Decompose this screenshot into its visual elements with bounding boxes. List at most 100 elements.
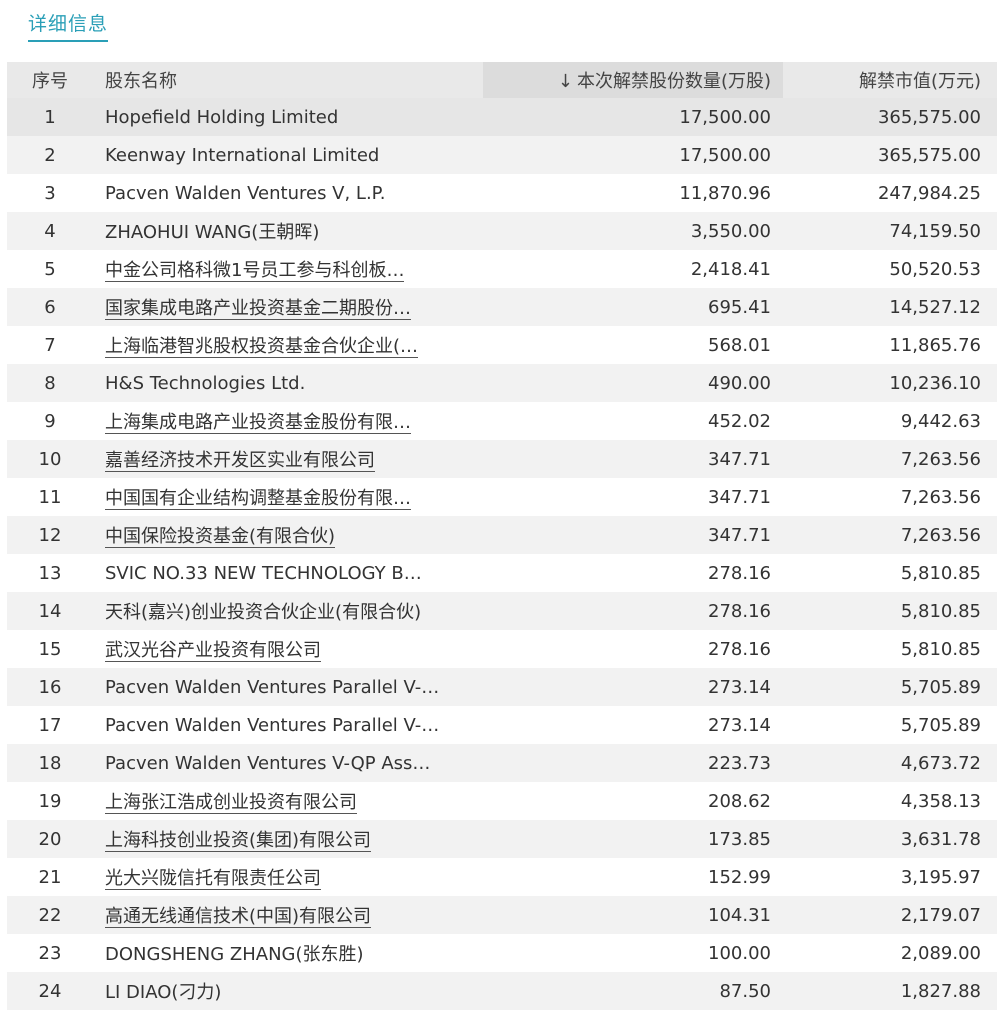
table-row: 13 SVIC NO.33 NEW TECHNOLOGY B… 278.16 5,81… bbox=[7, 554, 997, 592]
holder-name-link[interactable]: 上海临港智兆股权投资基金合伙企业(… bbox=[105, 336, 419, 358]
unlock-shares: 17,500.00 bbox=[679, 144, 771, 166]
holder-name-cell: 上海临港智兆股权投资基金合伙企业(… bbox=[93, 326, 483, 364]
holder-name-cell: 上海集成电路产业投资基金股份有限… bbox=[93, 402, 483, 440]
holder-name-cell: Hopefield Holding Limited bbox=[93, 98, 483, 136]
header-index[interactable]: 序号 bbox=[7, 62, 93, 98]
row-index: 21 bbox=[38, 866, 62, 888]
holder-name-link[interactable]: 上海张江浩成创业投资有限公司 bbox=[105, 792, 357, 814]
holder-name-cell: 光大兴陇信托有限责任公司 bbox=[93, 858, 483, 896]
holder-name-cell: 上海张江浩成创业投资有限公司 bbox=[93, 782, 483, 820]
holder-name: Hopefield Holding Limited bbox=[105, 106, 339, 128]
table-row: 12 中国保险投资基金(有限合伙) 347.71 7,263.56 bbox=[7, 516, 997, 554]
row-index: 2 bbox=[44, 144, 56, 166]
header-unlock-shares[interactable]: ↓ 本次解禁股份数量(万股) bbox=[483, 62, 783, 98]
row-index: 12 bbox=[38, 524, 62, 546]
unlock-shares: 347.71 bbox=[708, 524, 771, 546]
unlock-shares: 17,500.00 bbox=[679, 106, 771, 128]
holder-name: DONGSHENG ZHANG(张东胜) bbox=[105, 944, 364, 965]
holder-name-cell: Pacven Walden Ventures Parallel V-… bbox=[93, 668, 483, 706]
unlock-shares: 452.02 bbox=[708, 410, 771, 432]
row-index: 18 bbox=[38, 752, 62, 774]
unlock-value: 3,195.97 bbox=[900, 866, 981, 888]
row-index: 17 bbox=[38, 714, 62, 736]
holder-name-link[interactable]: 上海集成电路产业投资基金股份有限… bbox=[105, 412, 411, 434]
unlock-value: 3,631.78 bbox=[900, 828, 981, 850]
holder-name-cell: 中国保险投资基金(有限合伙) bbox=[93, 516, 483, 554]
unlock-shares: 278.16 bbox=[708, 600, 771, 622]
table-row: 22 高通无线通信技术(中国)有限公司 104.31 2,179.07 bbox=[7, 896, 997, 934]
unlock-value: 4,673.72 bbox=[900, 752, 981, 774]
table-row: 9 上海集成电路产业投资基金股份有限… 452.02 9,442.63 bbox=[7, 402, 997, 440]
holder-name-cell: Keenway International Limited bbox=[93, 136, 483, 174]
unlock-shares: 173.85 bbox=[708, 828, 771, 850]
holder-name-link[interactable]: 上海科技创业投资(集团)有限公司 bbox=[105, 830, 372, 852]
unlock-value: 5,705.89 bbox=[900, 714, 981, 736]
row-index: 3 bbox=[44, 182, 56, 204]
holder-name-cell: DONGSHENG ZHANG(张东胜) bbox=[93, 934, 483, 972]
row-index: 9 bbox=[44, 410, 56, 432]
holder-name-link[interactable]: 国家集成电路产业投资基金二期股份… bbox=[105, 298, 411, 320]
holder-name-link[interactable]: 中金公司格科微1号员工参与科创板… bbox=[105, 260, 405, 282]
header-holder-name[interactable]: 股东名称 bbox=[93, 62, 483, 98]
table-row: 16 Pacven Walden Ventures Parallel V-… 273… bbox=[7, 668, 997, 706]
unlock-value: 50,520.53 bbox=[889, 258, 981, 280]
row-index: 11 bbox=[38, 486, 62, 508]
unlock-shares: 273.14 bbox=[708, 676, 771, 698]
holder-name-cell: LI DIAO(刁力) bbox=[93, 972, 483, 1010]
holder-name: Pacven Walden Ventures Parallel V-… bbox=[105, 714, 440, 736]
holder-name-cell: 中金公司格科微1号员工参与科创板… bbox=[93, 250, 483, 288]
holder-name-cell: 嘉善经济技术开发区实业有限公司 bbox=[93, 440, 483, 478]
unlock-shares: 11,870.96 bbox=[679, 182, 771, 204]
table-row: 7 上海临港智兆股权投资基金合伙企业(… 568.01 11,865.76 bbox=[7, 326, 997, 364]
holder-name: Keenway International Limited bbox=[105, 144, 380, 166]
holder-name-link[interactable]: 中国保险投资基金(有限合伙) bbox=[105, 526, 336, 548]
table-row: 14 天科(嘉兴)创业投资合伙企业(有限合伙) 278.16 5,810.85 bbox=[7, 592, 997, 630]
sort-desc-icon: ↓ bbox=[557, 71, 573, 92]
unlock-shares: 152.99 bbox=[708, 866, 771, 888]
unlock-value: 11,865.76 bbox=[889, 334, 981, 356]
unlock-shares: 3,550.00 bbox=[690, 220, 771, 242]
unlock-value: 4,358.13 bbox=[900, 790, 981, 812]
unlock-value: 7,263.56 bbox=[900, 486, 981, 508]
unlock-shares: 695.41 bbox=[708, 296, 771, 318]
row-index: 5 bbox=[44, 258, 56, 280]
holder-name-cell: 武汉光谷产业投资有限公司 bbox=[93, 630, 483, 668]
tab-detail-info[interactable]: 详细信息 bbox=[28, 9, 109, 42]
unlock-value: 1,827.88 bbox=[900, 980, 981, 1002]
unlock-value: 5,810.85 bbox=[900, 600, 981, 622]
holder-name-cell: 高通无线通信技术(中国)有限公司 bbox=[93, 896, 483, 934]
row-index: 1 bbox=[44, 106, 56, 128]
row-index: 10 bbox=[38, 448, 62, 470]
table-row: 4 ZHAOHUI WANG(王朝晖) 3,550.00 74,159.50 bbox=[7, 212, 997, 250]
table-row: 18 Pacven Walden Ventures V-QP Ass… 223.73… bbox=[7, 744, 997, 782]
holder-name-link[interactable]: 武汉光谷产业投资有限公司 bbox=[105, 640, 321, 662]
holder-name-link[interactable]: 光大兴陇信托有限责任公司 bbox=[105, 868, 321, 890]
unlock-shares: 223.73 bbox=[708, 752, 771, 774]
unlock-value: 365,575.00 bbox=[877, 106, 981, 128]
holder-name-link[interactable]: 高通无线通信技术(中国)有限公司 bbox=[105, 906, 372, 928]
holder-name-cell: Pacven Walden Ventures V, L.P. bbox=[93, 174, 483, 212]
row-index: 16 bbox=[38, 676, 62, 698]
holder-name-cell: 上海科技创业投资(集团)有限公司 bbox=[93, 820, 483, 858]
row-index: 19 bbox=[38, 790, 62, 812]
unlock-value: 74,159.50 bbox=[889, 220, 981, 242]
header-unlock-value[interactable]: 解禁市值(万元) bbox=[783, 62, 997, 98]
holder-name-link[interactable]: 嘉善经济技术开发区实业有限公司 bbox=[105, 450, 375, 472]
holder-name: 天科(嘉兴)创业投资合伙企业(有限合伙) bbox=[105, 602, 422, 623]
holder-name-cell: Pacven Walden Ventures V-QP Ass… bbox=[93, 744, 483, 782]
unlock-holders-table: 序号 股东名称 ↓ 本次解禁股份数量(万股) 解禁市值(万元) 1 Hopefiel… bbox=[7, 62, 997, 1010]
unlock-shares: 278.16 bbox=[708, 638, 771, 660]
row-index: 23 bbox=[38, 942, 62, 964]
table-row: 23 DONGSHENG ZHANG(张东胜) 100.00 2,089.00 bbox=[7, 934, 997, 972]
unlock-shares: 273.14 bbox=[708, 714, 771, 736]
holder-name-link[interactable]: 中国国有企业结构调整基金股份有限… bbox=[105, 488, 411, 510]
unlock-shares: 347.71 bbox=[708, 448, 771, 470]
unlock-shares: 490.00 bbox=[708, 372, 771, 394]
holder-name: SVIC NO.33 NEW TECHNOLOGY B… bbox=[105, 562, 422, 584]
unlock-shares: 87.50 bbox=[719, 980, 771, 1002]
table-row: 3 Pacven Walden Ventures V, L.P. 11,870.96… bbox=[7, 174, 997, 212]
table-row: 15 武汉光谷产业投资有限公司 278.16 5,810.85 bbox=[7, 630, 997, 668]
unlock-value: 2,089.00 bbox=[900, 942, 981, 964]
unlock-shares: 347.71 bbox=[708, 486, 771, 508]
unlock-value: 9,442.63 bbox=[900, 410, 981, 432]
